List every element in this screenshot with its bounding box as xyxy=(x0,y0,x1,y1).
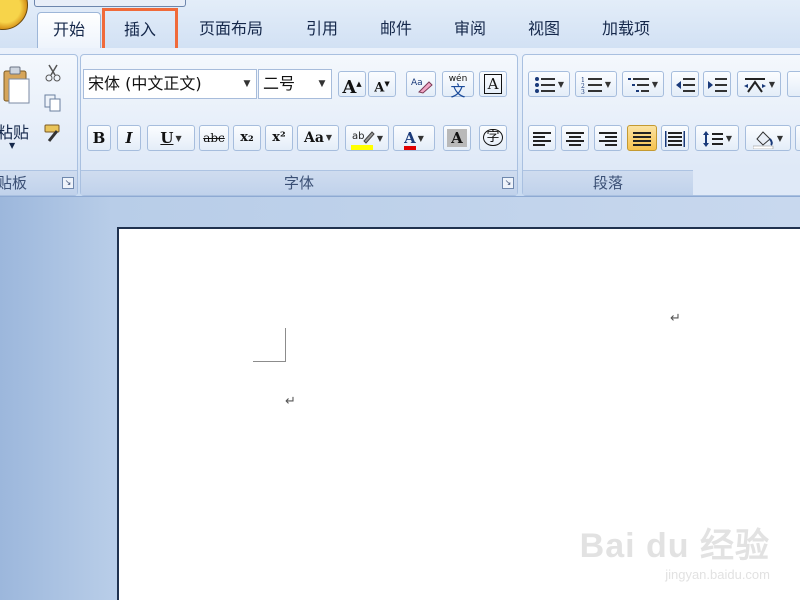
numbering-button[interactable]: 1 2 3 ▼ xyxy=(575,71,617,97)
svg-text:3: 3 xyxy=(581,89,585,94)
clear-format-icon: Aa xyxy=(411,78,433,94)
borders-button[interactable] xyxy=(795,125,800,151)
document-page[interactable]: ↵ ↵ Bai du 经验 jingyan.baidu.com xyxy=(117,227,800,600)
font-color-button[interactable]: A ▼ xyxy=(393,125,435,151)
paste-icon xyxy=(3,66,30,104)
increase-indent-icon xyxy=(708,78,727,92)
shrink-font-button[interactable]: A▼ xyxy=(368,71,396,97)
tab-references[interactable]: 引用 xyxy=(296,12,348,46)
justify-button[interactable] xyxy=(627,125,657,151)
clipboard-group: 粘贴 ▼ 贴板 ↘ xyxy=(0,54,78,196)
font-dialog-launcher[interactable]: ↘ xyxy=(502,177,514,189)
copy-icon[interactable] xyxy=(43,93,63,113)
decrease-indent-button[interactable] xyxy=(671,71,699,97)
tab-insert[interactable]: 插入 xyxy=(102,8,178,54)
numbered-list-icon: 1 2 3 xyxy=(581,77,602,96)
tab-review[interactable]: 审阅 xyxy=(444,12,496,46)
highlight-color-button[interactable]: ab ▼ xyxy=(345,125,389,151)
font-name-combo[interactable]: 宋体 (中文正文) ▼ xyxy=(83,69,257,99)
subscript-button[interactable]: x₂ xyxy=(233,125,261,151)
chinese-layout-button[interactable]: ▼ xyxy=(737,71,781,97)
multilevel-list-icon xyxy=(627,78,649,92)
change-case-button[interactable]: Aa ▼ xyxy=(297,125,339,151)
paragraph-group-label: 段落 xyxy=(523,170,693,195)
watermark: Bai du 经验 jingyan.baidu.com xyxy=(580,518,770,582)
highlighter-icon: ab xyxy=(350,131,375,150)
clear-format-button[interactable]: Aa xyxy=(406,71,436,97)
paste-label: 粘贴 xyxy=(0,123,30,142)
superscript-button[interactable]: x² xyxy=(265,125,293,151)
align-right-icon xyxy=(599,132,617,146)
tab-mailings[interactable]: 邮件 xyxy=(370,12,422,46)
align-center-icon xyxy=(566,132,584,146)
align-left-icon xyxy=(533,132,551,146)
chinese-layout-icon xyxy=(743,78,766,93)
quick-access-toolbar[interactable] xyxy=(34,0,186,7)
paragraph-group: ▼ 1 2 3 ▼ ▼ ▼ ▼ ▼ 段落 xyxy=(522,54,800,196)
justify-icon xyxy=(633,132,651,146)
clipboard-dialog-launcher[interactable]: ↘ xyxy=(62,177,74,189)
paste-dropdown-icon[interactable]: ▼ xyxy=(9,141,15,150)
tab-home[interactable]: 开始 xyxy=(37,12,101,48)
office-button[interactable] xyxy=(0,0,28,30)
ribbon: 粘贴 ▼ 贴板 ↘ 宋体 (中文正文) ▼ 二号 ▼ A▲ A▼ Aa wén … xyxy=(0,48,800,197)
chevron-down-icon: ▼ xyxy=(243,79,251,89)
svg-text:Aa: Aa xyxy=(411,78,423,88)
line-spacing-icon xyxy=(702,131,723,147)
increase-indent-button[interactable] xyxy=(703,71,731,97)
font-group: 宋体 (中文正文) ▼ 二号 ▼ A▲ A▼ Aa wén 文 A B I U ▼… xyxy=(80,54,518,196)
tab-view[interactable]: 视图 xyxy=(518,12,570,46)
grow-font-button[interactable]: A▲ xyxy=(338,71,366,98)
decrease-indent-icon xyxy=(676,78,695,92)
enclose-characters-button[interactable]: 字 xyxy=(479,125,507,151)
distributed-button[interactable] xyxy=(661,125,689,151)
tab-page-layout[interactable]: 页面布局 xyxy=(190,12,272,46)
line-spacing-button[interactable]: ▼ xyxy=(695,125,739,151)
paragraph-mark: ↵ xyxy=(670,311,681,326)
phonetic-guide-button[interactable]: wén 文 xyxy=(442,71,474,99)
cut-icon[interactable] xyxy=(43,63,63,83)
paragraph-mark: ↵ xyxy=(285,394,296,409)
title-tab-strip: 开始 插入 页面布局 引用 邮件 审阅 视图 加载项 xyxy=(0,0,800,54)
italic-button[interactable]: I xyxy=(117,125,141,151)
format-painter-icon[interactable] xyxy=(43,123,65,143)
bullets-button[interactable]: ▼ xyxy=(528,71,570,97)
font-group-label: 字体 xyxy=(81,170,517,195)
chevron-down-icon: ▼ xyxy=(318,79,326,89)
paste-button[interactable]: 粘贴 ▼ xyxy=(0,61,33,151)
svg-text:ab: ab xyxy=(352,131,364,142)
align-center-button[interactable] xyxy=(561,125,589,151)
watermark-logo: Bai du 经验 xyxy=(579,527,770,565)
paint-bucket-icon xyxy=(752,131,774,150)
font-size-combo[interactable]: 二号 ▼ xyxy=(258,69,332,99)
distributed-icon xyxy=(665,131,685,147)
shading-button[interactable]: ▼ xyxy=(745,125,791,151)
bold-button[interactable]: B xyxy=(87,125,111,151)
font-size-value: 二号 xyxy=(263,74,296,93)
bullet-list-icon xyxy=(534,77,555,93)
watermark-url: jingyan.baidu.com xyxy=(665,567,770,582)
font-name-value: 宋体 (中文正文) xyxy=(88,74,202,93)
align-right-button[interactable] xyxy=(594,125,622,151)
align-left-button[interactable] xyxy=(528,125,556,151)
character-shading-button[interactable]: A xyxy=(443,125,471,151)
strikethrough-button[interactable]: abc xyxy=(199,125,229,151)
sort-button[interactable] xyxy=(787,71,800,97)
multilevel-list-button[interactable]: ▼ xyxy=(622,71,664,97)
character-border-button[interactable]: A xyxy=(479,71,507,97)
tab-add-ins[interactable]: 加载项 xyxy=(592,12,660,46)
margin-corner-mark xyxy=(253,328,286,362)
underline-button[interactable]: U ▼ xyxy=(147,125,195,151)
